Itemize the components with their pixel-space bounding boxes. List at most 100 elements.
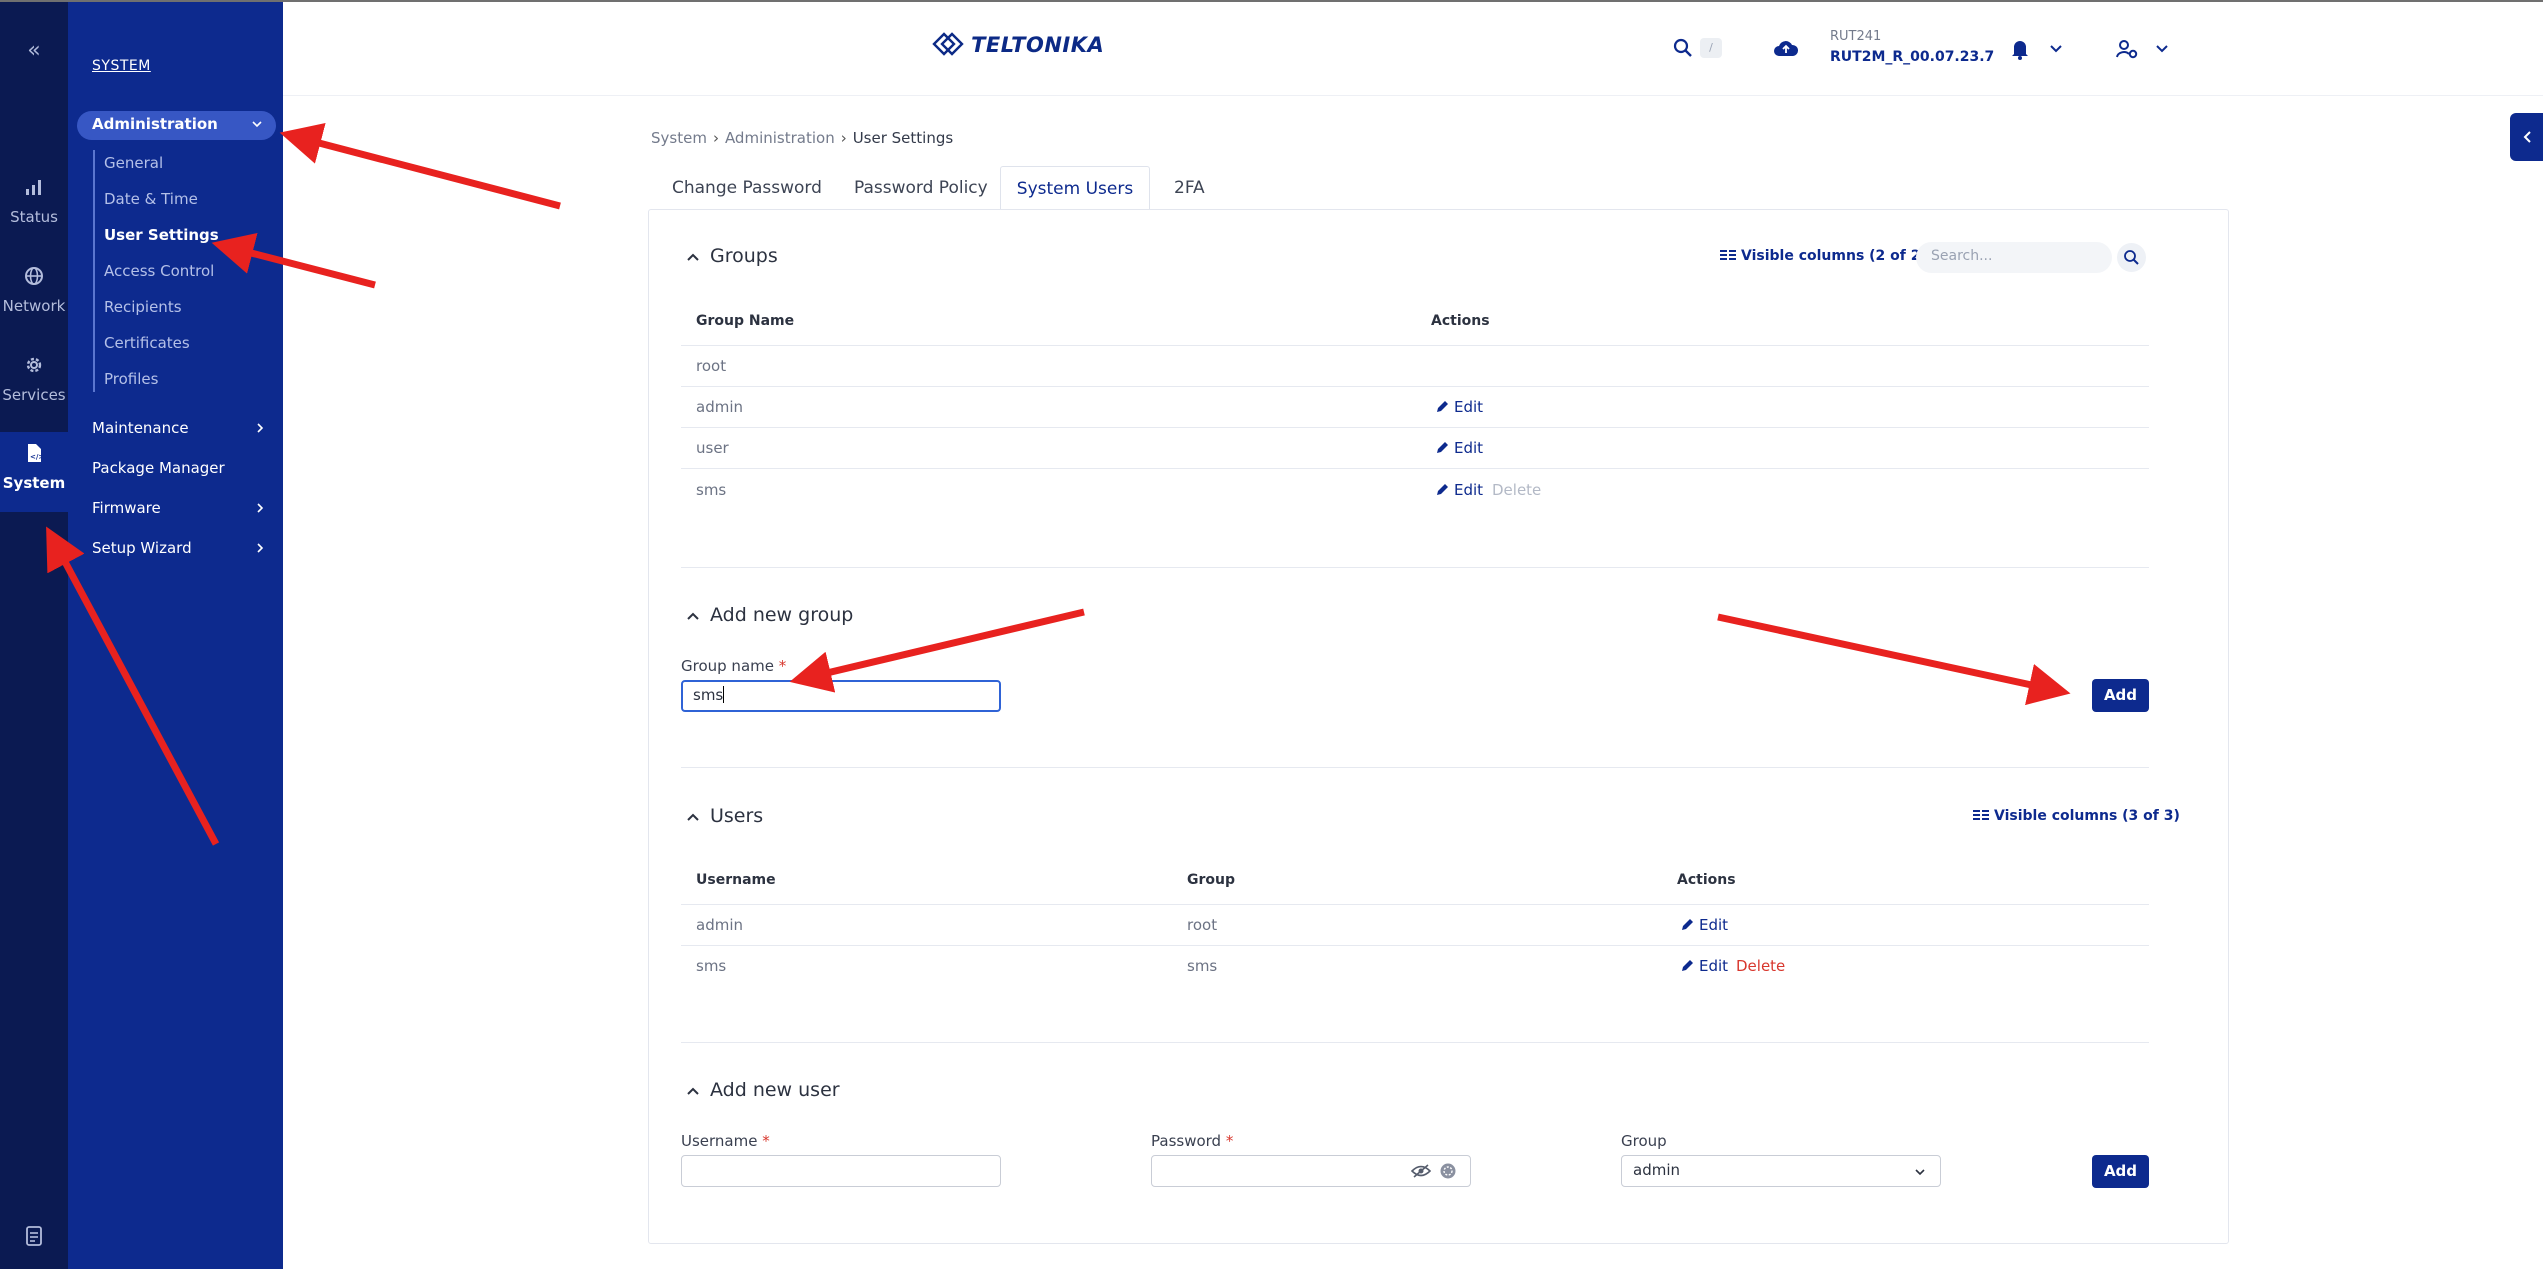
rail-item-system[interactable]: </> System (0, 432, 68, 512)
section-divider (681, 767, 2149, 768)
system-icon: </> (0, 442, 68, 468)
add-group-button[interactable]: Add (2092, 679, 2149, 712)
subnav-item-firmware[interactable]: Firmware (92, 499, 264, 517)
groups-visible-columns[interactable]: Visible columns (2 of 2) (1719, 248, 1927, 264)
row-divider (681, 345, 2149, 346)
required-marker: * (1225, 1132, 1234, 1150)
search-icon (2124, 250, 2139, 265)
bell-icon[interactable] (2010, 38, 2030, 60)
groups-col-group-name[interactable]: Group Name (696, 313, 794, 329)
tab-2fa[interactable]: 2FA (1174, 166, 1205, 210)
arrow-to-administration (279, 122, 561, 210)
teltonika-logo[interactable]: TELTONIKA (932, 32, 1104, 57)
user-edit-button[interactable]: Edit (1680, 916, 1728, 934)
subnav-item-general[interactable]: General (104, 154, 163, 172)
icon-rail: « Status Network Services </> System (0, 0, 68, 1269)
collapse-rail-icon[interactable]: « (0, 38, 68, 63)
rail-item-status[interactable]: Status (0, 176, 68, 226)
add-user-section-header[interactable]: Add new user (686, 1079, 840, 1101)
rail-item-label: System (2, 474, 66, 492)
chevron-down-icon[interactable] (2049, 43, 2063, 55)
breadcrumb-separator: › (840, 129, 847, 147)
subnav-item-label: Maintenance (92, 419, 189, 437)
group-delete-button[interactable]: Delete (1492, 481, 1541, 499)
group-edit-button[interactable]: Edit (1435, 439, 1483, 457)
breadcrumb-system[interactable]: System (651, 129, 707, 147)
subnav-item-profiles[interactable]: Profiles (104, 370, 158, 388)
columns-icon (1973, 810, 1989, 820)
section-divider (681, 567, 2149, 568)
username-label-text: Username (681, 1132, 758, 1150)
subnav-item-certificates[interactable]: Certificates (104, 334, 190, 352)
group-name-cell: admin (696, 398, 743, 416)
add-group-section-header[interactable]: Add new group (686, 604, 853, 626)
edit-label: Edit (1454, 398, 1484, 416)
edit-label: Edit (1699, 957, 1729, 975)
subnav-item-label: Firmware (92, 499, 161, 517)
row-divider (681, 945, 2149, 946)
rail-item-label: Status (10, 208, 58, 226)
rail-item-network[interactable]: Network (0, 265, 68, 315)
users-visible-columns[interactable]: Visible columns (3 of 3) (1972, 808, 2180, 824)
subnav-item-access-control[interactable]: Access Control (104, 262, 214, 280)
row-divider (681, 386, 2149, 387)
users-title: Users (710, 805, 764, 827)
subnav-item-recipients[interactable]: Recipients (104, 298, 182, 316)
groups-search-button[interactable] (2117, 243, 2146, 272)
svg-text:</>: </> (30, 453, 43, 461)
subnav-item-date-time[interactable]: Date & Time (104, 190, 198, 208)
password-label: Password * (1151, 1132, 1233, 1150)
breadcrumb: System › Administration › User Settings (651, 129, 953, 147)
group-name-input[interactable]: sms (681, 680, 1001, 712)
subnav-item-maintenance[interactable]: Maintenance (92, 419, 264, 437)
visible-columns-label: Visible columns (2 of 2) (1741, 248, 1927, 264)
user-settings-icon[interactable] (2115, 38, 2139, 60)
pencil-icon (1437, 401, 1448, 412)
username-input[interactable] (681, 1155, 1001, 1187)
cloud-upload-icon[interactable] (1773, 38, 1799, 60)
user-delete-button[interactable]: Delete (1736, 957, 1785, 975)
tab-password-policy[interactable]: Password Policy (854, 166, 988, 210)
users-col-group[interactable]: Group (1187, 872, 1235, 888)
breadcrumb-administration[interactable]: Administration (725, 129, 835, 147)
subnav-item-user-settings[interactable]: User Settings (104, 226, 219, 244)
edit-label: Edit (1699, 916, 1729, 934)
row-divider (681, 904, 2149, 905)
rail-item-services[interactable]: Services (0, 354, 68, 404)
chevron-down-icon[interactable] (2155, 43, 2169, 55)
group-label: Group (1621, 1132, 1667, 1150)
groups-section-header[interactable]: Groups (686, 245, 778, 267)
chevron-right-icon (257, 423, 264, 433)
search-icon[interactable] (1673, 38, 1693, 58)
system-subnav: SYSTEM Administration General Date & Tim… (68, 0, 283, 1269)
gear-icon (0, 354, 68, 380)
tab-change-password[interactable]: Change Password (672, 166, 822, 210)
search-shortcut-key: / (1700, 38, 1722, 58)
subnav-item-package-manager[interactable]: Package Manager (92, 459, 225, 477)
side-panel-toggle[interactable] (2510, 113, 2543, 161)
group-edit-button[interactable]: Edit (1435, 481, 1483, 499)
users-col-actions: Actions (1677, 872, 1736, 888)
group-edit-button[interactable]: Edit (1435, 398, 1483, 416)
password-generate-icon[interactable] (1439, 1162, 1457, 1180)
rail-item-label: Services (2, 386, 66, 404)
users-col-username[interactable]: Username (696, 872, 776, 888)
group-name-label: Group name * (681, 657, 786, 675)
edit-label: Edit (1454, 439, 1484, 457)
users-section-header[interactable]: Users (686, 805, 763, 827)
subnav-item-setup-wizard[interactable]: Setup Wizard (92, 539, 264, 557)
user-edit-button[interactable]: Edit (1680, 957, 1728, 975)
groups-search-input[interactable]: Search... (1916, 242, 2112, 273)
eye-slash-icon[interactable] (1411, 1163, 1431, 1179)
system-users-panel (648, 209, 2229, 1244)
tab-system-users[interactable]: System Users (1000, 166, 1150, 210)
add-user-button[interactable]: Add (2092, 1155, 2149, 1188)
top-bar: TELTONIKA (283, 2, 2543, 96)
globe-icon (0, 265, 68, 291)
subnav-administration[interactable]: Administration (77, 111, 276, 140)
group-select[interactable]: admin (1621, 1155, 1941, 1187)
pencil-icon (1437, 442, 1448, 453)
document-icon[interactable] (0, 1226, 68, 1250)
chevron-right-icon (257, 503, 264, 513)
firmware-version[interactable]: RUT2M_R_00.07.23.7 (1830, 49, 1994, 65)
